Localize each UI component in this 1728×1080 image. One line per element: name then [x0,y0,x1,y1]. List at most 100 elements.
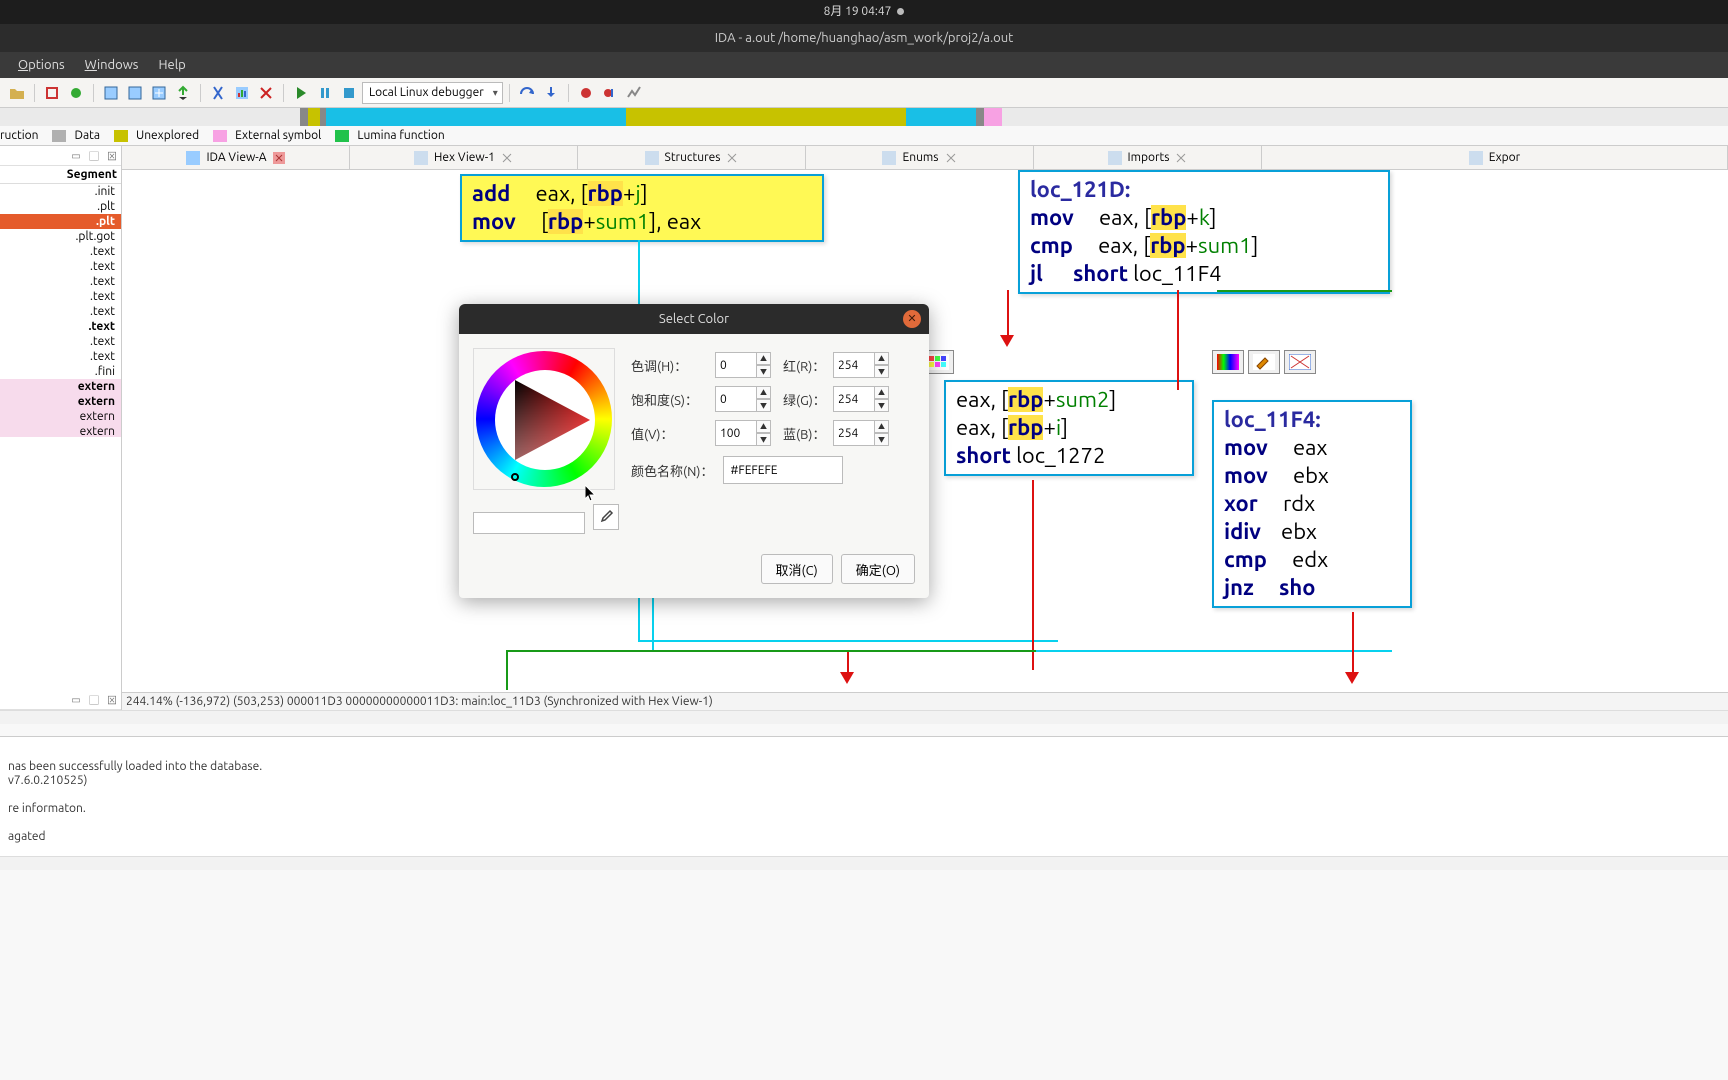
panel-close-icon[interactable]: ⊠ [105,149,119,163]
color-wheel[interactable] [473,348,615,490]
blue-input[interactable] [833,420,875,446]
val-spinner[interactable]: ▲▼ [715,420,773,446]
tab-close-icon[interactable] [501,152,513,164]
tool-dropdown-icon[interactable] [172,82,194,104]
spin-up-icon[interactable]: ▲ [757,352,771,365]
panel-restore-icon[interactable]: ▭ [69,693,83,707]
spin-down-icon[interactable]: ▼ [757,365,771,378]
sat-spinner[interactable]: ▲▼ [715,386,773,412]
sat-input[interactable] [715,386,757,412]
segment-item[interactable]: extern [0,409,121,424]
tool-xref-icon[interactable] [207,82,229,104]
tool-open-icon[interactable] [6,82,28,104]
eyedropper-button[interactable] [593,504,619,530]
segment-item[interactable]: .text [0,274,121,289]
menu-help[interactable]: Help [148,58,195,72]
dialog-close-icon[interactable]: ✕ [903,310,921,328]
segment-item[interactable]: .plt [0,199,121,214]
wheel-handle-icon[interactable] [511,473,519,481]
spin-down-icon[interactable]: ▼ [875,433,889,446]
tool-stepover-icon[interactable] [516,82,538,104]
segment-item[interactable]: .text [0,349,121,364]
tab-exports[interactable]: Expor [1262,146,1728,169]
tool-search-icon[interactable] [124,82,146,104]
segment-item[interactable]: extern [0,394,121,409]
tool-green-dot-icon[interactable] [65,82,87,104]
tool-text-icon[interactable] [100,82,122,104]
segment-item[interactable]: extern [0,424,121,437]
blue-spinner[interactable]: ▲▼ [833,420,891,446]
tab-close-icon[interactable] [726,152,738,164]
tab-imports[interactable]: Imports [1034,146,1262,169]
asm-block-yellow[interactable]: add eax, [rbp+j] mov [rbp+sum1], eax [460,174,824,242]
segment-item[interactable]: .text [0,334,121,349]
tab-close-icon[interactable] [273,152,285,164]
green-input[interactable] [833,386,875,412]
tab-ida-view[interactable]: IDA View-A [122,146,350,169]
spin-up-icon[interactable]: ▲ [757,420,771,433]
ok-button[interactable]: 确定(O) [841,554,915,584]
hue-input[interactable] [715,352,757,378]
segment-item[interactable]: .fini [0,364,121,379]
spin-up-icon[interactable]: ▲ [757,386,771,399]
tab-close-icon[interactable] [945,152,957,164]
segment-item[interactable]: .text [0,304,121,319]
menu-windows[interactable]: Windows [75,58,149,72]
tool-stepinto-icon[interactable] [540,82,562,104]
tab-enums[interactable]: Enums [806,146,1034,169]
segment-item[interactable]: .plt [0,214,121,229]
val-input[interactable] [715,420,757,446]
paintbrush-icon[interactable] [1248,350,1280,374]
green-spinner[interactable]: ▲▼ [833,386,891,412]
hue-spinner[interactable]: ▲▼ [715,352,773,378]
segment-item[interactable]: .text [0,259,121,274]
tool-delete-icon[interactable] [255,82,277,104]
spin-up-icon[interactable]: ▲ [875,420,889,433]
panel-restore-icon[interactable]: ▭ [69,149,83,163]
segment-item[interactable]: .text [0,289,121,304]
tool-chart-icon[interactable] [231,82,253,104]
tab-close-icon[interactable] [1175,152,1187,164]
segment-item[interactable]: .text [0,244,121,259]
tool-bkpt-icon[interactable] [575,82,597,104]
tool-bkpt2-icon[interactable] [599,82,621,104]
debugger-select[interactable]: Local Linux debugger [362,82,503,104]
colorname-input[interactable] [723,456,843,484]
panel-min-icon[interactable]: ▢ [87,149,101,163]
spin-down-icon[interactable]: ▼ [875,399,889,412]
tool-pause-icon[interactable] [314,82,336,104]
segment-item[interactable]: .plt.got [0,229,121,244]
segment-item[interactable]: .init [0,184,121,199]
navigation-band[interactable] [0,108,1728,126]
spin-down-icon[interactable]: ▼ [757,399,771,412]
pane-splitter[interactable] [0,710,1728,724]
rainbow-icon[interactable] [1212,350,1244,374]
spin-up-icon[interactable]: ▲ [875,352,889,365]
asm-block-loc121d[interactable]: loc_121D: mov eax, [rbp+k] cmp eax, [rbp… [1018,170,1390,294]
tab-hex-view[interactable]: Hex View-1 [350,146,578,169]
tab-structures[interactable]: Structures [578,146,806,169]
tool-run-icon[interactable] [290,82,312,104]
spin-down-icon[interactable]: ▼ [875,365,889,378]
asm-block-mid[interactable]: eax, [rbp+sum2] eax, [rbp+i] short loc_1… [944,380,1194,476]
spin-down-icon[interactable]: ▼ [757,433,771,446]
tool-trace-icon[interactable] [623,82,645,104]
red-spinner[interactable]: ▲▼ [833,352,891,378]
tool-red-square-icon[interactable] [41,82,63,104]
segment-item[interactable]: extern [0,379,121,394]
cancel-button[interactable]: 取消(C) [761,554,833,584]
tool-stop-icon[interactable] [338,82,360,104]
panel-close-icon[interactable]: ⊠ [105,693,119,707]
panel-min-icon[interactable]: ▢ [87,693,101,707]
red-input[interactable] [833,352,875,378]
output-window[interactable]: nas been successfully loaded into the da… [0,736,1728,856]
menu-options[interactable]: Options [8,58,75,72]
segments-list[interactable]: .init.plt.plt.plt.got.text.text.text.tex… [0,184,121,437]
dialog-titlebar[interactable]: Select Color ✕ [459,304,929,334]
nocolor-icon[interactable] [1284,350,1316,374]
spin-up-icon[interactable]: ▲ [875,386,889,399]
pane-splitter[interactable] [0,856,1728,870]
color-triangle[interactable] [495,370,595,470]
segment-item[interactable]: .text [0,319,121,334]
asm-block-loc11f4[interactable]: loc_11F4: mov eax mov ebx xor rdx idiv e… [1212,400,1412,608]
